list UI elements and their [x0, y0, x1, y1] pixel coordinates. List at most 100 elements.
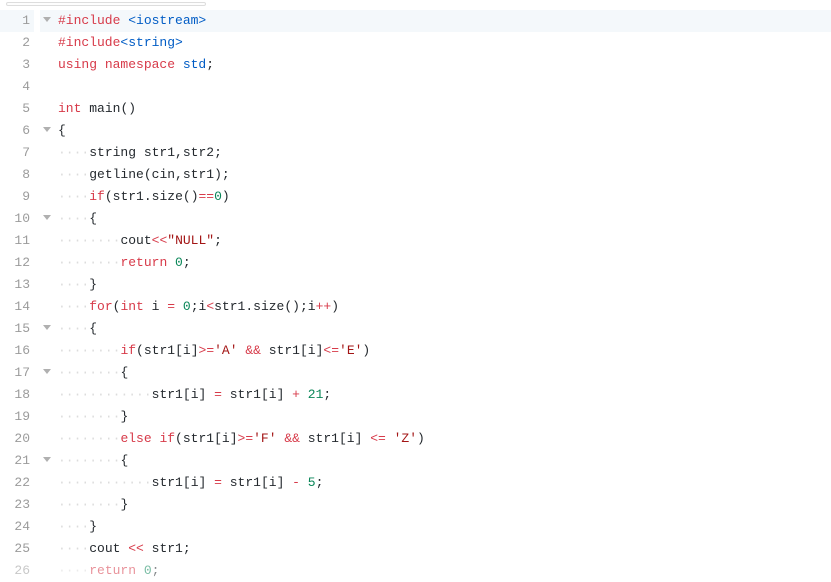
line-number[interactable]: 15: [0, 318, 34, 340]
code-token: str1: [144, 145, 175, 160]
code-line[interactable]: #include<string>: [58, 32, 831, 54]
code-token: str2: [183, 145, 214, 160]
code-line[interactable]: ····cout << str1;: [58, 538, 831, 560]
indent-guide: ····: [89, 475, 120, 490]
fold-gutter-blank: [40, 230, 54, 252]
code-content[interactable]: #include <iostream>#include<string>using…: [54, 10, 831, 582]
code-token: =: [214, 387, 230, 402]
code-line[interactable]: #include <iostream>: [54, 10, 831, 32]
chevron-down-icon: [43, 457, 51, 462]
code-line[interactable]: ····}: [58, 516, 831, 538]
code-line[interactable]: ············str1[i] = str1[i] - 5;: [58, 472, 831, 494]
code-token: <iostream>: [128, 13, 206, 28]
code-line[interactable]: ········}: [58, 406, 831, 428]
line-number[interactable]: 22: [0, 472, 34, 494]
line-number[interactable]: 26: [0, 560, 34, 582]
code-token: i: [308, 343, 316, 358]
indent-guide: ····: [58, 563, 89, 578]
code-token: {: [58, 123, 66, 138]
code-line[interactable]: ········else if(str1[i]>='F' && str1[i] …: [58, 428, 831, 450]
line-number[interactable]: 6: [0, 120, 34, 142]
code-line[interactable]: int main(): [58, 98, 831, 120]
line-number[interactable]: 9: [0, 186, 34, 208]
code-line[interactable]: ····}: [58, 274, 831, 296]
line-number[interactable]: 18: [0, 384, 34, 406]
code-line[interactable]: ········return 0;: [58, 252, 831, 274]
code-line[interactable]: using namespace std;: [58, 54, 831, 76]
code-line[interactable]: ····{: [58, 318, 831, 340]
code-line[interactable]: ········{: [58, 362, 831, 384]
line-number[interactable]: 14: [0, 296, 34, 318]
fold-toggle[interactable]: [40, 450, 54, 472]
fold-toggle[interactable]: [40, 120, 54, 142]
fold-toggle[interactable]: [40, 208, 54, 230]
code-token: {: [120, 453, 128, 468]
code-token: }: [120, 409, 128, 424]
indent-guide: ····: [58, 255, 89, 270]
code-token: >=: [199, 343, 215, 358]
code-token: "NULL": [167, 233, 214, 248]
code-token: ): [362, 343, 370, 358]
code-line[interactable]: ········cout<<"NULL";: [58, 230, 831, 252]
fold-gutter-blank: [40, 274, 54, 296]
fold-toggle[interactable]: [40, 362, 54, 384]
indent-guide: ····: [89, 497, 120, 512]
code-editor[interactable]: 1234567891011121314151617181920212223242…: [0, 10, 831, 582]
line-number[interactable]: 23: [0, 494, 34, 516]
code-token: 0: [183, 299, 191, 314]
line-number-gutter[interactable]: 1234567891011121314151617181920212223242…: [0, 10, 40, 582]
code-token: ]: [230, 431, 238, 446]
indent-guide: ····: [58, 299, 89, 314]
line-number[interactable]: 1: [0, 10, 34, 32]
code-token: #include: [58, 35, 120, 50]
line-number[interactable]: 10: [0, 208, 34, 230]
code-line[interactable]: [58, 76, 831, 98]
line-number[interactable]: 3: [0, 54, 34, 76]
fold-toggle[interactable]: [40, 318, 54, 340]
line-number[interactable]: 2: [0, 32, 34, 54]
code-token: ]: [199, 475, 215, 490]
code-line[interactable]: ····return 0;: [58, 560, 831, 582]
code-line[interactable]: {: [58, 120, 831, 142]
code-line[interactable]: ········{: [58, 450, 831, 472]
line-number[interactable]: 17: [0, 362, 34, 384]
line-number[interactable]: 5: [0, 98, 34, 120]
line-number[interactable]: 7: [0, 142, 34, 164]
line-number[interactable]: 8: [0, 164, 34, 186]
code-token: {: [89, 321, 97, 336]
code-token: 'Z': [394, 431, 417, 446]
code-token: ]: [355, 431, 371, 446]
line-number[interactable]: 4: [0, 76, 34, 98]
code-line[interactable]: ····for(int i = 0;i<str1.size();i++): [58, 296, 831, 318]
code-line[interactable]: ············str1[i] = str1[i] + 21;: [58, 384, 831, 406]
line-number[interactable]: 11: [0, 230, 34, 252]
code-line[interactable]: ········}: [58, 494, 831, 516]
fold-gutter-blank: [40, 472, 54, 494]
indent-guide: ····: [89, 431, 120, 446]
code-line[interactable]: ····getline(cin,str1);: [58, 164, 831, 186]
code-line[interactable]: ····{: [58, 208, 831, 230]
fold-toggle[interactable]: [40, 10, 54, 32]
fold-gutter[interactable]: [40, 10, 54, 582]
line-number[interactable]: 20: [0, 428, 34, 450]
fold-gutter-blank: [40, 428, 54, 450]
code-line[interactable]: ········if(str1[i]>='A' && str1[i]<='E'): [58, 340, 831, 362]
line-number[interactable]: 25: [0, 538, 34, 560]
line-number[interactable]: 21: [0, 450, 34, 472]
code-line[interactable]: ····if(str1.size()==0): [58, 186, 831, 208]
line-number[interactable]: 12: [0, 252, 34, 274]
line-number[interactable]: 19: [0, 406, 34, 428]
line-number[interactable]: 13: [0, 274, 34, 296]
code-token: ): [222, 189, 230, 204]
line-number[interactable]: 16: [0, 340, 34, 362]
code-token: getline: [89, 167, 144, 182]
fold-gutter-blank: [40, 560, 54, 582]
indent-guide: ····: [89, 255, 120, 270]
code-token: (: [136, 343, 144, 358]
line-number[interactable]: 24: [0, 516, 34, 538]
code-token: 0: [214, 189, 222, 204]
code-token: cout: [120, 233, 151, 248]
code-line[interactable]: ····string str1,str2;: [58, 142, 831, 164]
fold-gutter-blank: [40, 164, 54, 186]
indent-guide: ····: [58, 409, 89, 424]
